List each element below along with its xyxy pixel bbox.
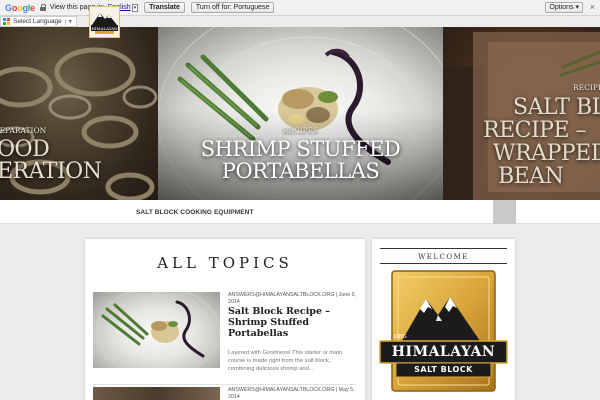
select-language-arrow-icon: ▼ <box>64 18 73 25</box>
section-title: ALL TOPICS <box>157 254 293 272</box>
lock-icon <box>39 4 46 11</box>
nav-item-salt-block-cooking-equipment[interactable]: SALT BLOCK COOKING EQUIPMENT <box>136 209 254 216</box>
slide-title-line: ERATION <box>0 159 102 184</box>
post-thumbnail[interactable] <box>93 387 220 400</box>
language-dropdown-icon[interactable]: ▾ <box>131 3 139 12</box>
slide-title-line: SHRIMP STUFFED <box>200 137 401 161</box>
divider <box>93 384 357 385</box>
slide-title-line: OOD <box>0 137 50 162</box>
himalayan-salt-block-logo[interactable]: .ORG HIMALAYAN SALT BLOCK <box>378 269 509 395</box>
divider <box>380 248 507 249</box>
post-meta: ANSWERS@HIMALAYANSALTBLOCK.ORG | June 9,… <box>228 292 357 305</box>
slide-category: REPARATION <box>0 126 47 135</box>
slide-category: RECIPES <box>573 83 600 92</box>
logo-brand-name: HIMALAYAN <box>391 344 496 360</box>
slide-title-line: BEAN <box>498 164 564 189</box>
post-meta: ANSWERS@HIMALAYANSALTBLOCK.ORG | May 5, … <box>228 387 355 400</box>
google-g-icon <box>3 18 10 25</box>
post-thumbnail[interactable] <box>93 292 220 368</box>
page: Google View this page in: English ▾ Tran… <box>0 0 600 400</box>
post-item[interactable]: ANSWERS@HIMALAYANSALTBLOCK.ORG | May 5, … <box>93 387 363 400</box>
logo-brand-sub: SALT BLOCK <box>414 365 473 374</box>
svg-text:HIMALAYAN: HIMALAYAN <box>91 26 118 31</box>
widget-title: WELCOME <box>418 253 469 261</box>
slide-category: RECIPES <box>282 126 319 135</box>
slide-title-line: SALT BL <box>513 95 600 120</box>
post-item[interactable]: ANSWERS@HIMALAYANSALTBLOCK.ORG | June 9,… <box>93 292 363 372</box>
search-toggle[interactable] <box>493 200 516 224</box>
all-topics-section: ALL TOPICS ANSWERS@HIMALAYANSALTBLOCK.OR… <box>85 239 365 400</box>
logo-org-text: .ORG <box>392 334 407 340</box>
welcome-widget: WELCOME .ORG HIMALAYAN SALT BLOCK <box>372 239 515 400</box>
slide-shrimp-stuffed-portabellas[interactable]: RECIPES SHRIMP STUFFED PORTABELLAS <box>158 27 443 200</box>
slide-food-preparation[interactable]: REPARATION OOD ERATION <box>0 27 158 200</box>
slide-title-line: RECIPE – <box>483 118 587 143</box>
site-logo[interactable]: HIMALAYAN <box>89 6 120 38</box>
post-excerpt: Layered with Goodness! This starter or m… <box>228 350 342 372</box>
slide-wrapped-beans[interactable]: RECIPES SALT BL RECIPE – WRAPPED BEAN <box>443 27 600 200</box>
turn-off-button[interactable]: Turn off for: Portuguese <box>190 2 275 13</box>
select-language-label: Select Language <box>13 18 62 25</box>
close-icon[interactable]: × <box>590 2 595 12</box>
google-logo: Google <box>5 2 35 13</box>
hero-slider[interactable]: REPARATION OOD ERATION <box>0 27 600 200</box>
select-language-widget[interactable]: Select Language ▼ <box>0 16 77 27</box>
options-button[interactable]: Options ▾ <box>545 2 583 13</box>
divider <box>380 263 507 264</box>
slide-title-line: WRAPPED <box>493 141 600 166</box>
main-nav: SALT BLOCK COOKING EQUIPMENT <box>0 200 600 224</box>
post-title[interactable]: Salt Block Recipe – Shrimp Stuffed Porta… <box>228 306 358 339</box>
slide-title-line: PORTABELLAS <box>221 159 380 183</box>
translate-button[interactable]: Translate <box>144 2 185 13</box>
